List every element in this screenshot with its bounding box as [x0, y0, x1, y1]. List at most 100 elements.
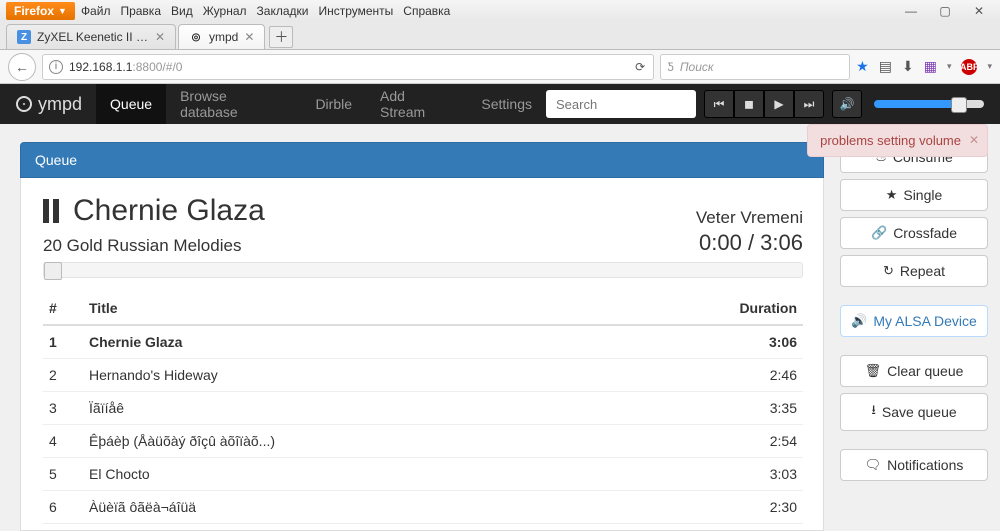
search-input[interactable]: [546, 90, 696, 118]
cell-number: 6: [43, 491, 83, 524]
single-button[interactable]: ★Single: [840, 179, 988, 211]
volume-slider[interactable]: [874, 100, 984, 108]
menu-help[interactable]: Справка: [403, 4, 450, 18]
next-button[interactable]: ⏭: [794, 90, 824, 118]
repeat-button[interactable]: ↻Repeat: [840, 255, 988, 287]
bookmark-star-icon[interactable]: ★: [856, 58, 869, 75]
new-tab-button[interactable]: ＋: [269, 26, 293, 48]
cell-title: El Chocto: [83, 458, 616, 491]
favicon-ympd-icon: ◎: [189, 30, 203, 44]
trash-icon: 🗑: [865, 363, 882, 379]
save-icon: ⭳: [871, 401, 876, 423]
now-playing-time: 0:00 / 3:06: [696, 230, 803, 256]
volume-group: 🔊: [832, 90, 862, 118]
alert-close-icon[interactable]: ✕: [969, 133, 979, 147]
table-row[interactable]: 6Àüèïã ôãëà¬áîüä2:30: [43, 491, 803, 524]
browser-search-field[interactable]: Ƽ Поиск: [660, 54, 850, 80]
adblock-icon[interactable]: ABP: [961, 59, 977, 75]
notifications-button[interactable]: 🗨Notifications: [840, 449, 988, 481]
menu-history[interactable]: Журнал: [203, 4, 247, 18]
address-field[interactable]: i 192.168.1.1:8800/#/0 ⟳: [42, 54, 654, 80]
menu-tools[interactable]: Инструменты: [318, 4, 393, 18]
now-playing-title: Chernie Glaza: [73, 194, 265, 228]
nav-browse[interactable]: Browse database: [166, 84, 301, 124]
play-button[interactable]: ▶: [764, 90, 794, 118]
url-text: 192.168.1.1:8800/#/0: [69, 60, 629, 74]
cell-number: 1: [43, 325, 83, 359]
pause-icon: [43, 199, 59, 223]
cell-duration: 2:46: [616, 359, 803, 392]
pocket-icon[interactable]: ▤: [879, 58, 892, 75]
caret-down-icon[interactable]: ▾: [947, 61, 952, 72]
app-navbar: ympd Queue Browse database Dirble Add St…: [0, 84, 1000, 124]
menu-bookmarks[interactable]: Закладки: [257, 4, 309, 18]
browser-tab-ympd[interactable]: ◎ ympd ✕: [178, 24, 265, 49]
cell-duration: 3:06: [616, 325, 803, 359]
tab-title: ZyXEL Keenetic II Системный …: [37, 30, 149, 44]
menu-file[interactable]: Файл: [81, 4, 111, 18]
panel-heading: Queue: [20, 142, 824, 178]
comment-icon: 🗨: [865, 457, 882, 473]
caret-down-icon: ▼: [58, 6, 67, 16]
tiles-icon[interactable]: ▦: [924, 58, 937, 75]
title-bar: Firefox▼ Файл Правка Вид Журнал Закладки…: [0, 0, 1000, 22]
nav-dirble[interactable]: Dirble: [301, 84, 366, 124]
link-icon: 🔗: [871, 225, 887, 241]
star-icon: ★: [886, 187, 898, 203]
browser-tab-zyxel[interactable]: Z ZyXEL Keenetic II Системный … ✕: [6, 24, 176, 49]
panel-body: Chernie Glaza 20 Gold Russian Melodies V…: [20, 178, 824, 531]
window-close-button[interactable]: ✕: [970, 4, 988, 18]
nav-queue[interactable]: Queue: [96, 84, 166, 124]
now-playing-artist: Veter Vremeni: [696, 208, 803, 228]
clear-queue-button[interactable]: 🗑Clear queue: [840, 355, 988, 387]
window-maximize-button[interactable]: ▢: [936, 4, 954, 18]
firefox-menu-button[interactable]: Firefox▼: [6, 2, 75, 20]
sidebar: ♨Consume ★Single 🔗Crossfade ↻Repeat 🔊My …: [840, 142, 1000, 530]
table-row[interactable]: 3Ïãïíåê3:35: [43, 392, 803, 425]
progress-bar[interactable]: [43, 262, 803, 278]
tab-close-icon[interactable]: ✕: [244, 30, 254, 44]
save-queue-button[interactable]: ⭳Save queue: [840, 393, 988, 431]
cell-title: Ïãïíåê: [83, 392, 616, 425]
cell-number: 3: [43, 392, 83, 425]
reload-icon[interactable]: ⟳: [635, 60, 645, 74]
volume-icon[interactable]: 🔊: [832, 90, 862, 118]
table-row[interactable]: 1Chernie Glaza3:06: [43, 325, 803, 359]
progress-handle[interactable]: [44, 262, 62, 280]
nav-add-stream[interactable]: Add Stream: [366, 84, 467, 124]
cell-title: Êþáèþ (Åàüõàý ðîçû àõîïàõ...): [83, 425, 616, 458]
alert-volume-error: problems setting volume ✕: [807, 124, 988, 157]
table-row[interactable]: 4Êþáèþ (Åàüõàý ðîçû àõîïàõ...)2:54: [43, 425, 803, 458]
download-icon[interactable]: ⬇: [902, 58, 914, 75]
col-title[interactable]: Title: [83, 292, 616, 325]
brand[interactable]: ympd: [16, 94, 82, 115]
search-provider-icon: Ƽ: [667, 60, 674, 74]
menu-view[interactable]: Вид: [171, 4, 193, 18]
cell-number: 5: [43, 458, 83, 491]
brand-crosshair-icon: [16, 96, 32, 112]
nav-settings[interactable]: Settings: [467, 84, 546, 124]
menu-edit[interactable]: Правка: [120, 4, 161, 18]
cell-number: 4: [43, 425, 83, 458]
caret-down-icon[interactable]: ▾: [987, 61, 992, 72]
table-row[interactable]: 2Hernando's Hideway2:46: [43, 359, 803, 392]
cell-number: 2: [43, 359, 83, 392]
col-number[interactable]: #: [43, 292, 83, 325]
prev-button[interactable]: ⏮: [704, 90, 734, 118]
col-duration[interactable]: Duration: [616, 292, 803, 325]
table-row[interactable]: 5El Chocto3:03: [43, 458, 803, 491]
tab-title: ympd: [209, 30, 238, 44]
search-placeholder: Поиск: [680, 60, 714, 74]
tab-close-icon[interactable]: ✕: [155, 30, 165, 44]
cell-duration: 2:54: [616, 425, 803, 458]
back-button[interactable]: ←: [8, 53, 36, 81]
site-info-icon[interactable]: i: [49, 60, 63, 74]
window-minimize-button[interactable]: —: [902, 4, 920, 18]
crossfade-button[interactable]: 🔗Crossfade: [840, 217, 988, 249]
alsa-device-button[interactable]: 🔊My ALSA Device: [840, 305, 988, 337]
cell-duration: 2:30: [616, 491, 803, 524]
cell-duration: 3:03: [616, 458, 803, 491]
cell-title: Hernando's Hideway: [83, 359, 616, 392]
repeat-icon: ↻: [883, 263, 894, 279]
stop-button[interactable]: ◼: [734, 90, 764, 118]
